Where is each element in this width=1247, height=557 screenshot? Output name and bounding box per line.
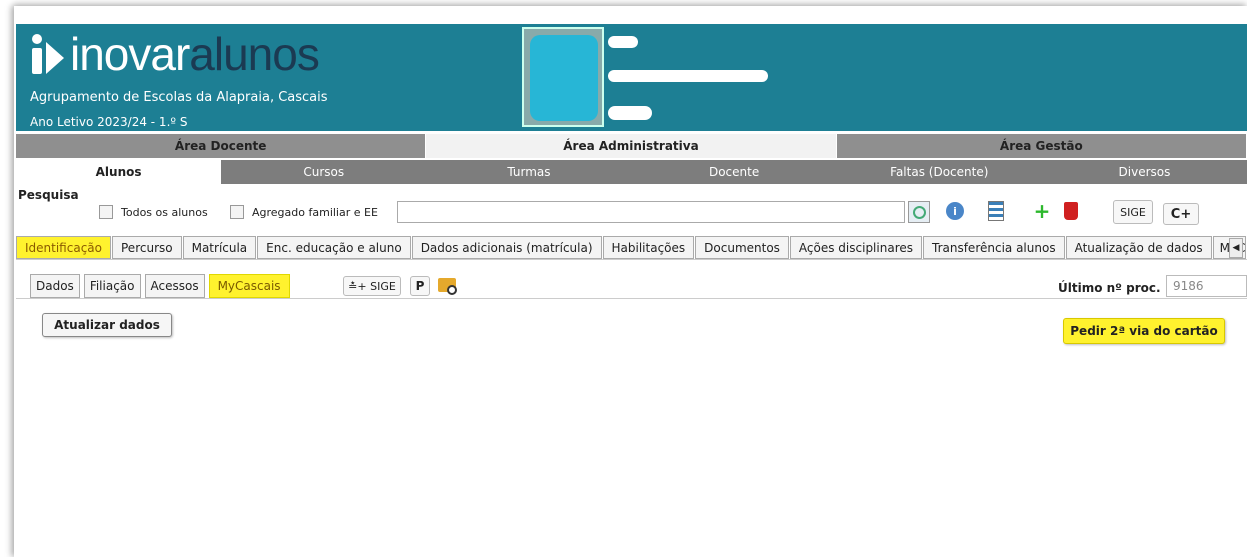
student-tabs: Identificação Percurso Matrícula Enc. ed… bbox=[16, 236, 1247, 260]
search-icon[interactable] bbox=[908, 201, 930, 223]
tab-transferencia[interactable]: Transferência alunos bbox=[923, 236, 1065, 259]
area-tabs: Área Docente Área Administrativa Área Ge… bbox=[16, 134, 1247, 158]
tab-acessos[interactable]: Acessos bbox=[144, 274, 205, 298]
add-icon[interactable]: + bbox=[1032, 199, 1052, 223]
tab-enc-educacao[interactable]: Enc. educação e aluno bbox=[257, 236, 411, 259]
all-students-label: Todos os alunos bbox=[121, 205, 208, 219]
update-data-button[interactable]: Atualizar dados bbox=[42, 313, 172, 337]
sige-button[interactable]: SIGE bbox=[1113, 200, 1153, 224]
delete-icon[interactable] bbox=[1064, 202, 1078, 220]
redacted-info bbox=[608, 70, 768, 82]
add-sige-button[interactable]: ≛+ SIGE bbox=[343, 276, 401, 296]
app-logo: inovaralunos bbox=[30, 31, 320, 77]
tab-habilitacoes[interactable]: Habilitações bbox=[602, 236, 695, 259]
tab-mycascais[interactable]: MyCascais bbox=[208, 274, 290, 298]
checkbox-box[interactable] bbox=[99, 205, 113, 219]
tab-faltas-docente[interactable]: Faltas (Docente) bbox=[836, 160, 1042, 184]
tab-docente[interactable]: Docente bbox=[631, 160, 837, 184]
all-students-checkbox[interactable]: Todos os alunos bbox=[99, 205, 208, 219]
tab-area-gestao[interactable]: Área Gestão bbox=[836, 134, 1247, 158]
tab-area-administrativa[interactable]: Área Administrativa bbox=[426, 134, 837, 158]
tab-alunos[interactable]: Alunos bbox=[16, 160, 222, 184]
checkbox-box[interactable] bbox=[230, 205, 244, 219]
list-icon[interactable] bbox=[988, 201, 1004, 221]
tab-cursos[interactable]: Cursos bbox=[221, 160, 427, 184]
logo-text-prefix: inovar bbox=[70, 28, 190, 80]
cplus-button[interactable]: C+ bbox=[1163, 203, 1199, 225]
tab-area-docente[interactable]: Área Docente bbox=[16, 134, 427, 158]
p-button[interactable]: P bbox=[410, 276, 430, 296]
redacted-detail bbox=[608, 106, 652, 120]
tab-atualizacao[interactable]: Atualização de dados bbox=[1065, 236, 1212, 259]
school-name: Agrupamento de Escolas da Alapraia, Casc… bbox=[30, 90, 328, 105]
tab-turmas[interactable]: Turmas bbox=[426, 160, 632, 184]
tab-dados-adicionais[interactable]: Dados adicionais (matrícula) bbox=[411, 236, 602, 259]
clock-icon bbox=[447, 285, 457, 295]
tabs-scroll-left-icon[interactable]: ◀ bbox=[1229, 238, 1243, 258]
tab-documentos[interactable]: Documentos bbox=[695, 236, 789, 259]
last-process-input[interactable]: 9186 bbox=[1166, 275, 1247, 297]
logo-text-suffix: alunos bbox=[189, 28, 320, 80]
request-card-button[interactable]: Pedir 2ª via do cartão bbox=[1063, 318, 1225, 344]
app-header: inovaralunos Agrupamento de Escolas da A… bbox=[16, 24, 1247, 131]
household-checkbox[interactable]: Agregado familiar e EE bbox=[230, 205, 378, 219]
tab-filiacao[interactable]: Filiação bbox=[83, 274, 141, 298]
school-year: Ano Letivo 2023/24 - 1.º S bbox=[30, 115, 188, 129]
module-tabs: Alunos Cursos Turmas Docente Faltas (Doc… bbox=[16, 160, 1247, 184]
info-icon[interactable]: i bbox=[946, 202, 964, 220]
tab-diversos[interactable]: Diversos bbox=[1041, 160, 1247, 184]
identification-tabs: Dados Filiação Acessos MyCascais bbox=[30, 274, 294, 298]
redacted-name bbox=[608, 36, 638, 48]
tab-matricula[interactable]: Matrícula bbox=[182, 236, 257, 259]
last-process-label: Último nº proc. bbox=[1058, 281, 1161, 295]
logo-icon bbox=[30, 32, 70, 76]
divider bbox=[16, 298, 1247, 299]
search-input[interactable] bbox=[397, 201, 905, 223]
tab-percurso[interactable]: Percurso bbox=[112, 236, 182, 259]
tab-identificacao[interactable]: Identificação bbox=[16, 236, 111, 259]
tab-dados[interactable]: Dados bbox=[30, 274, 80, 298]
search-label: Pesquisa bbox=[18, 188, 79, 202]
tab-acoes-disciplinares[interactable]: Ações disciplinares bbox=[789, 236, 922, 259]
user-photo bbox=[522, 27, 604, 127]
household-label: Agregado familiar e EE bbox=[252, 205, 378, 219]
